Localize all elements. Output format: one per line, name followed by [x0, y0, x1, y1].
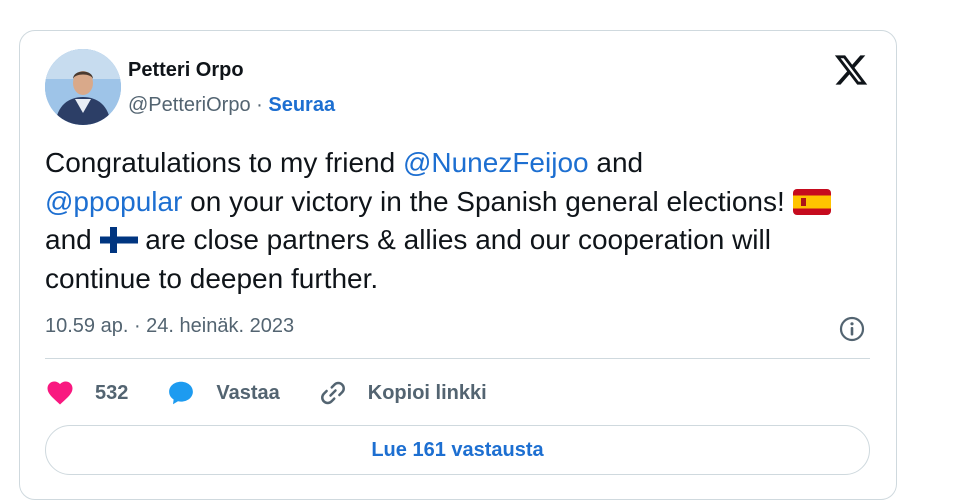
- author-handle[interactable]: @PetteriOrpo: [128, 94, 251, 116]
- avatar[interactable]: [45, 49, 121, 125]
- handle-separator: ·: [256, 94, 263, 116]
- x-logo-icon[interactable]: [833, 52, 869, 88]
- author-name[interactable]: Petteri Orpo: [128, 59, 244, 82]
- divider: [45, 358, 870, 359]
- copy-link-button[interactable]: Kopioi linkki: [318, 378, 487, 408]
- tweet-text-part: on your victory in the Spanish general e…: [182, 185, 793, 217]
- link-icon: [318, 378, 348, 408]
- reply-label: Vastaa: [216, 381, 280, 404]
- mention-nunezfeijoo[interactable]: @NunezFeijoo: [403, 147, 589, 178]
- speech-bubble-icon: [166, 378, 196, 408]
- tweet-text-part: and: [588, 147, 644, 178]
- read-replies-button[interactable]: Lue 161 vastausta: [45, 425, 870, 475]
- spain-flag-icon: [792, 188, 831, 215]
- follow-button[interactable]: Seuraa: [268, 94, 335, 116]
- tweet-actions: 532 Vastaa Kopioi linkki: [45, 376, 525, 410]
- tweet-text-part: and: [45, 224, 100, 255]
- reply-button[interactable]: Vastaa: [166, 378, 280, 408]
- copy-link-label: Kopioi linkki: [367, 381, 487, 404]
- avatar-photo: [45, 49, 121, 125]
- like-button[interactable]: 532: [45, 378, 128, 408]
- finland-flag-icon: [99, 227, 138, 253]
- tweet-text-part: Congratulations to my friend: [45, 147, 403, 178]
- tweet-timestamp[interactable]: 10.59 ap. · 24. heinäk. 2023: [45, 315, 294, 338]
- tweet-text-part: are close partners & allies and our coop…: [45, 224, 771, 294]
- like-count: 532: [95, 381, 129, 404]
- author-handle-row: @PetteriOrpo · Seuraa: [128, 94, 335, 117]
- mention-ppopular[interactable]: @ppopular: [45, 186, 182, 217]
- heart-icon: [45, 378, 75, 408]
- tweet-text: Congratulations to my friend @NunezFeijo…: [45, 144, 845, 298]
- info-icon[interactable]: [837, 314, 867, 344]
